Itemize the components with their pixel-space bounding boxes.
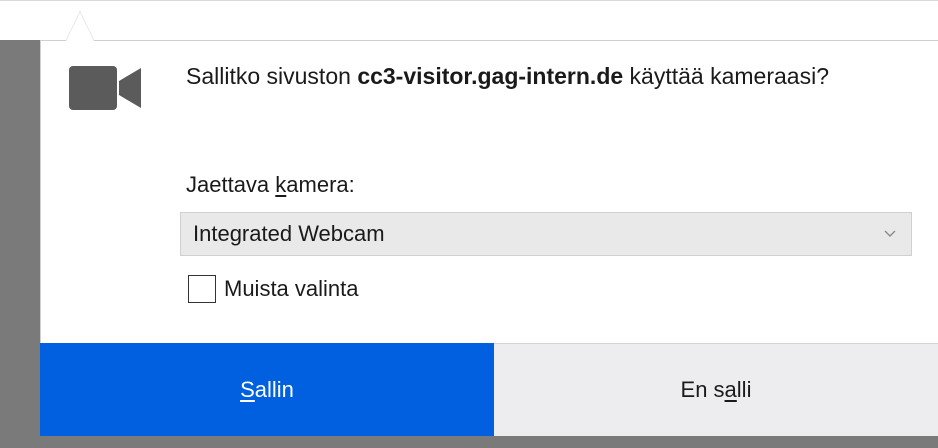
allow-button[interactable]: Sallin <box>40 343 494 436</box>
camera-label-accesskey: k <box>275 172 287 197</box>
popup-arrow <box>66 12 94 41</box>
browser-edge <box>0 0 938 1</box>
camera-select-value: Integrated Webcam <box>193 221 385 246</box>
deny-label-prefix: En s <box>680 377 725 402</box>
deny-accesskey: a <box>724 377 737 402</box>
chevron-down-icon <box>884 230 896 237</box>
browser-background-bottom <box>0 436 938 448</box>
deny-label-rest: lli <box>736 377 752 402</box>
remember-label[interactable]: Muista valinta <box>224 276 359 302</box>
camera-select-label: Jaettava kamera: <box>186 170 355 200</box>
message-suffix: käyttää kameraasi? <box>623 63 829 89</box>
camera-label-rest: amera: <box>286 172 355 197</box>
remember-choice-row[interactable]: Muista valinta <box>188 272 359 306</box>
allow-accesskey: S <box>240 376 255 402</box>
browser-background-left <box>0 40 40 448</box>
camera-select[interactable]: Integrated Webcam <box>180 212 912 256</box>
site-domain: cc3-visitor.gag-intern.de <box>357 63 624 89</box>
remember-checkbox[interactable] <box>188 275 216 303</box>
video-camera-icon <box>69 66 141 110</box>
deny-button[interactable]: En s a lli <box>494 343 938 436</box>
message-prefix: Sallitko sivuston <box>186 63 358 89</box>
permission-message: Sallitko sivuston cc3-visitor.gag-intern… <box>186 58 906 94</box>
camera-label-prefix: Jaettava <box>186 172 276 197</box>
allow-label-rest: allin <box>254 376 294 402</box>
